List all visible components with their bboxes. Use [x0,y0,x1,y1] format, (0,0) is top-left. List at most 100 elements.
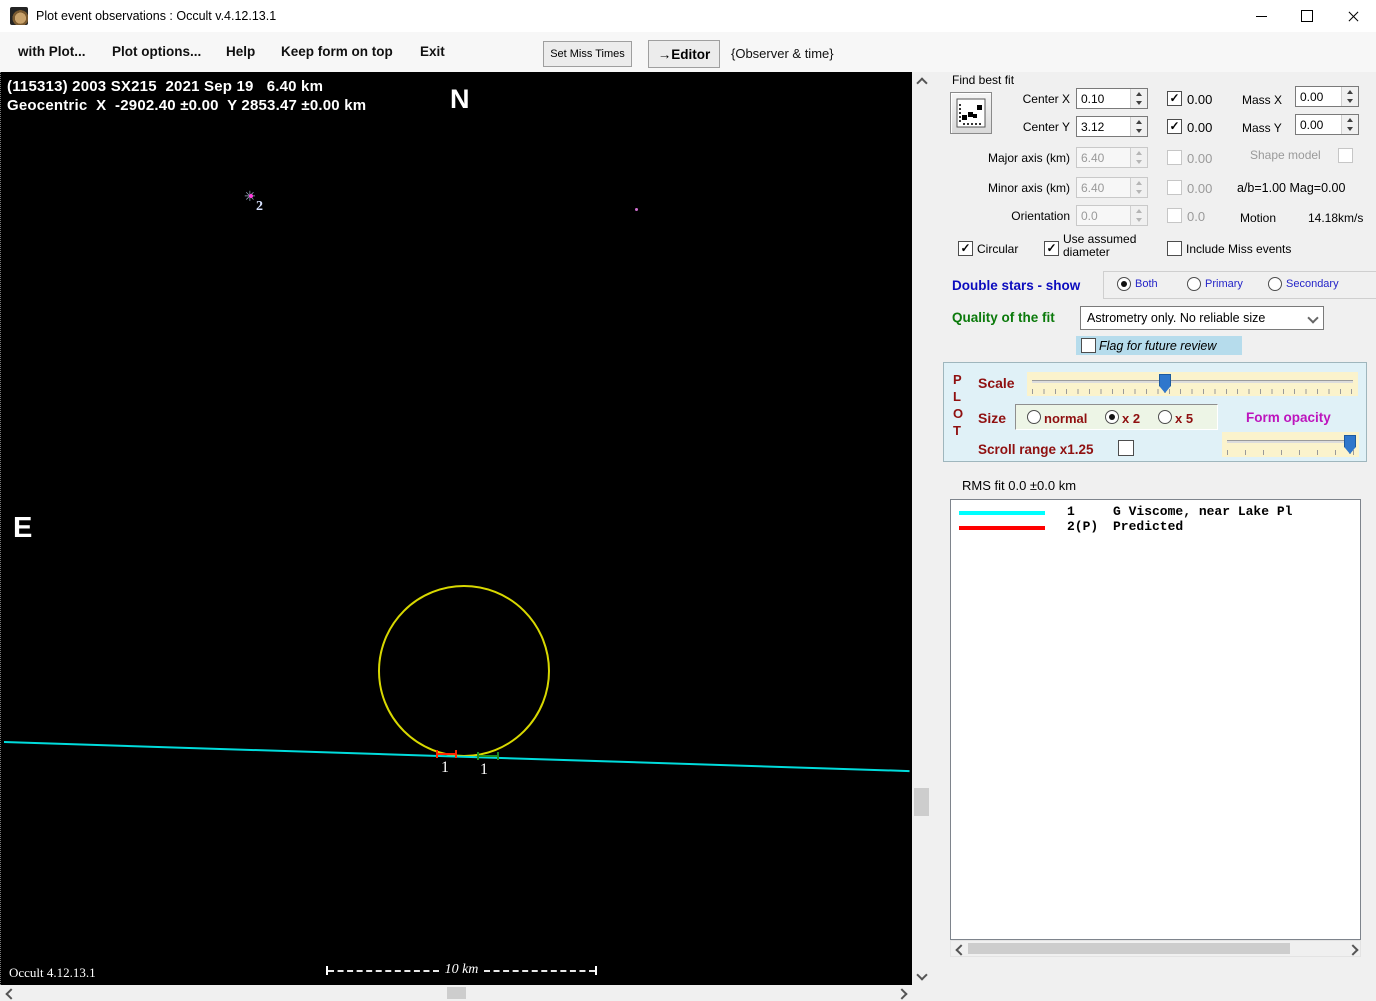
find-best-fit-title: Find best fit [952,73,1015,87]
double-stars-secondary-radio[interactable] [1268,277,1282,291]
include-miss-events-label: Include Miss events [1186,242,1292,256]
close-button[interactable] [1330,0,1376,32]
center-y-value[interactable]: 3.12 [1077,117,1130,136]
chevron-left-icon [954,943,967,956]
set-miss-times-button[interactable]: Set Miss Times [543,41,632,67]
use-assumed-diameter-checkbox[interactable]: ✓ [1044,241,1059,256]
quality-of-fit-value: Astrometry only. No reliable size [1087,311,1266,325]
chord-number-label: 1 [441,759,449,776]
plot-horizontal-scrollbar[interactable] [0,985,912,1001]
motion-value: 14.18km/s [1308,211,1364,225]
event-marker-reappearance [477,752,499,760]
control-panel: Find best fit Center X 0.10 ✓ 0.00 Mass … [931,72,1376,1001]
center-x-value[interactable]: 0.10 [1077,89,1130,108]
chord-number: 1 [1067,504,1075,519]
vertical-scroll-thumb[interactable] [914,788,929,816]
double-stars-primary-radio[interactable] [1187,277,1201,291]
flag-review-checkbox[interactable] [1081,338,1096,353]
scroll-up-button[interactable] [913,74,930,91]
include-miss-events-checkbox[interactable] [1167,241,1182,256]
chevron-down-icon [1307,312,1319,324]
mass-y-spinner[interactable]: 0.00 [1295,114,1359,135]
chord-number: 2(P) [1067,519,1099,534]
chevron-right-icon [895,987,908,1000]
plot-letter: L [953,389,961,404]
mass-x-spinner[interactable]: 0.00 [1295,86,1359,107]
chevron-right-icon [1346,943,1359,956]
east-label: E [13,512,33,544]
chord-color-swatch [959,526,1045,530]
center-y-label: Center Y [1022,120,1070,134]
major-axis-spinner: 6.40 [1076,147,1148,168]
plot-letter: O [953,406,964,421]
center-x-lock-checkbox[interactable]: ✓ [1167,91,1182,106]
window-title: Plot event observations : Occult v.4.12.… [36,9,277,23]
scroll-left-button[interactable] [2,985,19,1001]
menu-plot-options[interactable]: Plot options... [112,44,201,59]
motion-label: Motion [1240,211,1277,225]
scale-label: Scale [978,375,1015,391]
legend-horizontal-scrollbar[interactable] [950,940,1361,957]
spin-down-icon[interactable] [1342,124,1358,134]
horizontal-scroll-thumb[interactable] [447,987,466,999]
shape-model-label: Shape model [1250,148,1321,162]
scroll-down-button[interactable] [913,966,930,983]
scale-bar-right-tick [595,965,598,975]
circular-checkbox[interactable]: ✓ [958,241,973,256]
size-normal-radio[interactable] [1027,410,1041,424]
maximize-icon [1301,10,1313,22]
spin-up-icon[interactable] [1342,115,1358,125]
mass-y-value[interactable]: 0.00 [1296,115,1341,134]
center-y-lock-value: 0.00 [1187,120,1213,135]
minor-axis-lock-checkbox [1167,180,1182,195]
minimize-button[interactable] [1238,0,1284,32]
spin-up-icon[interactable] [1131,117,1147,127]
form-opacity-slider[interactable] [1222,432,1359,457]
center-y-spinner[interactable]: 3.12 [1076,116,1148,137]
flag-review-label: Flag for future review [1099,338,1217,353]
slider-track[interactable] [1032,380,1353,383]
spin-down-icon[interactable] [1131,98,1147,108]
mass-x-label: Mass X [1242,93,1283,107]
size-x2-radio[interactable] [1105,410,1119,424]
double-stars-both-label: Both [1135,278,1158,290]
menu-bar: with Plot... Plot options... Help Keep f… [0,32,1376,73]
stray-star-dot [635,208,638,211]
radio-dot-icon [1109,414,1115,420]
double-stars-both-radio[interactable] [1117,277,1131,291]
menu-with-plot[interactable]: with Plot... [18,44,86,59]
plot-canvas[interactable]: (115313) 2003 SX215 2021 Sep 19 6.40 km … [0,72,912,985]
scroll-right-button[interactable] [893,985,910,1001]
menu-exit[interactable]: Exit [420,44,445,59]
mass-x-value[interactable]: 0.00 [1296,87,1341,106]
slider-track[interactable] [1227,440,1354,443]
orientation-lock-checkbox [1167,208,1182,223]
scale-bar-dash [484,970,596,972]
chord-number-label: 1 [480,761,488,778]
major-axis-lock-checkbox [1167,150,1182,165]
spin-down-icon[interactable] [1342,96,1358,106]
maximize-button[interactable] [1284,0,1330,32]
spin-down-icon [1131,215,1147,225]
menu-keep-on-top[interactable]: Keep form on top [281,44,393,59]
spin-up-icon[interactable] [1342,87,1358,97]
spin-down-icon[interactable] [1131,126,1147,136]
center-y-lock-checkbox[interactable]: ✓ [1167,119,1182,134]
menu-help[interactable]: Help [226,44,255,59]
editor-button[interactable]: →Editor [648,40,720,68]
plot-vertical-scrollbar[interactable] [912,72,931,985]
scroll-left-button[interactable] [952,941,969,958]
mass-y-label: Mass Y [1242,121,1282,135]
chord-legend-list[interactable]: 1 G Viscome, near Lake Pl 2(P) Predicted [950,499,1361,940]
scroll-right-button[interactable] [1344,941,1361,958]
scale-slider[interactable] [1027,372,1358,396]
legend-scroll-thumb[interactable] [968,943,1290,954]
center-x-spinner[interactable]: 0.10 [1076,88,1148,109]
size-x5-radio[interactable] [1158,410,1172,424]
spin-up-icon[interactable] [1131,89,1147,99]
check-icon: ✓ [1169,119,1180,133]
orientation-lock-value: 0.0 [1187,209,1206,224]
quality-of-fit-label: Quality of the fit [952,310,1055,325]
quality-of-fit-dropdown[interactable]: Astrometry only. No reliable size [1080,306,1324,330]
scroll-range-checkbox[interactable] [1118,440,1134,456]
